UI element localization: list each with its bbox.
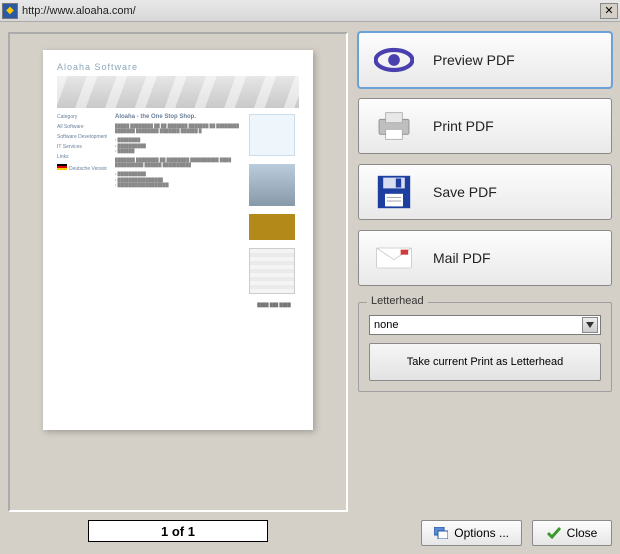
doc-sidebar-item: Deutsche Version <box>57 164 107 172</box>
doc-headline: Aloaha - the One Stop Shop. <box>115 114 241 120</box>
preview-panel: Aloaha Software Category All Software So… <box>8 32 348 546</box>
doc-sidebar: Category All Software Software Developme… <box>57 114 107 307</box>
doc-sidebar-item: All Software <box>57 124 107 130</box>
eye-icon <box>373 40 415 80</box>
take-letterhead-button[interactable]: Take current Print as Letterhead <box>369 343 601 381</box>
print-pdf-button[interactable]: Print PDF <box>358 98 612 154</box>
chevron-down-icon <box>582 317 598 333</box>
button-label: Save PDF <box>433 184 497 200</box>
controls-panel: Preview PDF Print PDF Save PDF Mail PDF <box>358 32 612 546</box>
options-button[interactable]: Options ... <box>421 520 522 546</box>
doc-banner-image <box>57 76 299 108</box>
doc-building-image <box>249 164 295 206</box>
button-label: Close <box>567 526 598 540</box>
close-button[interactable]: Close <box>532 520 612 546</box>
pdf-dialog-window: ◆ http://www.aloaha.com/ ✕ Aloaha Softwa… <box>0 0 620 554</box>
button-label: Preview PDF <box>433 52 515 68</box>
doc-sidebar-item: Links <box>57 154 107 160</box>
window-close-button[interactable]: ✕ <box>600 3 618 19</box>
doc-main-column: Aloaha - the One Stop Shop. █████ ██████… <box>115 114 241 307</box>
letterhead-legend: Letterhead <box>367 295 428 307</box>
titlebar: ◆ http://www.aloaha.com/ ✕ <box>0 0 620 22</box>
doc-award-badge-icon <box>249 214 295 240</box>
doc-paragraph: • ██████████• ████████████████• ████████… <box>115 171 241 187</box>
letterhead-dropdown[interactable]: none <box>369 315 601 335</box>
preview-frame: Aloaha Software Category All Software So… <box>8 32 348 512</box>
options-icon <box>434 527 448 539</box>
close-icon: ✕ <box>604 4 613 17</box>
floppy-disk-icon <box>373 172 415 212</box>
button-label: Print PDF <box>433 118 494 134</box>
doc-caption: ████ ███ ████ <box>249 302 299 307</box>
check-icon <box>547 527 561 539</box>
doc-right-column: ████ ███ ████ <box>249 114 299 307</box>
letterhead-group: Letterhead none Take current Print as Le… <box>358 302 612 392</box>
doc-paragraph: █████ ████████ ██ ██ ███████ ███████ ██ … <box>115 123 241 133</box>
app-icon: ◆ <box>2 3 18 19</box>
doc-sidebar-item: Category <box>57 114 107 120</box>
doc-screenshot-thumb <box>249 248 295 294</box>
envelope-icon <box>373 238 415 278</box>
window-title: http://www.aloaha.com/ <box>22 5 600 17</box>
save-pdf-button[interactable]: Save PDF <box>358 164 612 220</box>
page-thumbnail[interactable]: Aloaha Software Category All Software So… <box>43 50 313 430</box>
doc-paragraph: ███████ ████████ ██ ████████ ██████████ … <box>115 157 241 167</box>
button-label: Mail PDF <box>433 250 491 266</box>
doc-paragraph: • ████████• ██████████• ██████ <box>115 137 241 153</box>
dialog-body: Aloaha Software Category All Software So… <box>0 22 620 554</box>
preview-pdf-button[interactable]: Preview PDF <box>358 32 612 88</box>
dropdown-selected-value: none <box>374 319 582 331</box>
page-counter: 1 of 1 <box>88 520 268 542</box>
doc-sidebar-item: IT Services <box>57 144 107 150</box>
doc-logo: Aloaha Software <box>57 62 299 72</box>
doc-sidebar-item: Software Development <box>57 134 107 140</box>
mail-pdf-button[interactable]: Mail PDF <box>358 230 612 286</box>
footer-buttons: Options ... Close <box>358 520 612 546</box>
doc-product-box-icon <box>249 114 295 156</box>
button-label: Take current Print as Letterhead <box>407 356 564 368</box>
printer-icon <box>373 106 415 146</box>
button-label: Options ... <box>454 526 509 540</box>
